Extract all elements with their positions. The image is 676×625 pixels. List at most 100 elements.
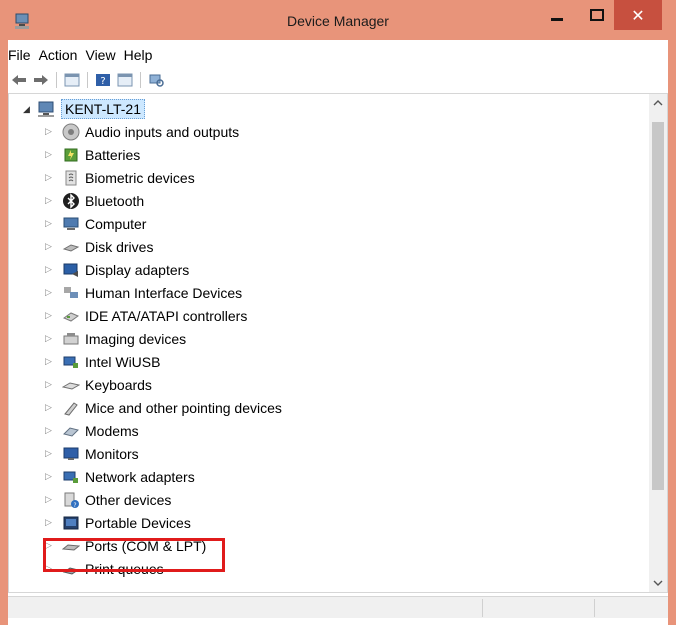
tree-item-ide[interactable]: ▷ IDE ATA/ATAPI controllers [45, 304, 247, 327]
scroll-up-button[interactable] [649, 94, 667, 112]
back-arrow-icon [12, 75, 26, 85]
battery-icon [61, 146, 81, 164]
vertical-scrollbar[interactable] [649, 94, 667, 592]
toolbar-separator [140, 72, 141, 88]
tree-item-modems[interactable]: ▷ Modems [45, 419, 139, 442]
expand-icon[interactable]: ▷ [45, 471, 55, 482]
tree-item-label: Portable Devices [85, 514, 191, 531]
tree-item-label: Modems [85, 422, 139, 439]
expand-icon[interactable]: ▷ [45, 149, 55, 160]
expand-icon[interactable]: ▷ [45, 448, 55, 459]
expand-icon[interactable]: ▷ [45, 310, 55, 321]
tree-item-imaging[interactable]: ▷ Imaging devices [45, 327, 186, 350]
back-button[interactable] [10, 72, 28, 88]
expand-icon[interactable]: ▷ [45, 241, 55, 252]
menu-action[interactable]: Action [39, 44, 86, 66]
scan-hardware-icon [149, 74, 164, 87]
device-manager-window: Device Manager ✕ File Action View Help ? [0, 0, 676, 625]
help-icon: ? [96, 74, 110, 87]
scan-hardware-button[interactable] [147, 72, 165, 88]
tree-item-label: Computer [85, 215, 147, 232]
expand-icon[interactable]: ▷ [45, 172, 55, 183]
tree-item-label: Intel WiUSB [85, 353, 161, 370]
help-button[interactable]: ? [94, 72, 112, 88]
expand-icon[interactable]: ▷ [45, 494, 55, 505]
expand-icon[interactable]: ▷ [45, 218, 55, 229]
expand-icon[interactable]: ▷ [45, 264, 55, 275]
expand-icon[interactable]: ▷ [45, 356, 55, 367]
camera-icon [61, 330, 81, 348]
forward-arrow-icon [34, 75, 48, 85]
expand-icon[interactable]: ▷ [45, 517, 55, 528]
scroll-thumb[interactable] [652, 122, 664, 490]
menu-view[interactable]: View [85, 44, 123, 66]
tree-item-keyboards[interactable]: ▷ Keyboards [45, 373, 152, 396]
tree-item-label: Monitors [85, 445, 139, 462]
maximize-button[interactable] [580, 0, 614, 30]
tree-item-bluetooth[interactable]: ▷ Bluetooth [45, 189, 144, 212]
device-tree[interactable]: ◢ KENT-LT-21 ▷ Audio inputs and outputs … [8, 93, 668, 593]
chevron-down-icon [653, 580, 663, 586]
maximize-icon [590, 9, 604, 21]
tree-item-hid[interactable]: ▷ Human Interface Devices [45, 281, 242, 304]
speaker-icon [61, 123, 81, 141]
svg-text:?: ? [100, 76, 105, 87]
status-bar [8, 596, 668, 618]
toolbar: ? [10, 70, 165, 90]
tree-item-portable-devices[interactable]: ▷ Portable Devices [45, 511, 191, 534]
expand-icon[interactable]: ▷ [45, 379, 55, 390]
properties-icon [117, 73, 133, 87]
ports-highlight-box [43, 538, 225, 572]
keyboard-icon [61, 376, 81, 394]
bluetooth-icon [61, 192, 81, 210]
scroll-down-button[interactable] [649, 574, 667, 592]
status-pane [482, 599, 483, 617]
close-button[interactable]: ✕ [614, 0, 662, 30]
computer-icon [61, 215, 81, 233]
tree-item-label: Keyboards [85, 376, 152, 393]
tree-item-disk-drives[interactable]: ▷ Disk drives [45, 235, 153, 258]
tree-root-label[interactable]: KENT-LT-21 [61, 99, 145, 119]
chevron-up-icon [653, 100, 663, 106]
tree-item-monitors[interactable]: ▷ Monitors [45, 442, 139, 465]
expand-icon[interactable]: ▷ [45, 425, 55, 436]
fingerprint-icon [61, 169, 81, 187]
portable-device-icon [61, 514, 81, 532]
modem-icon [61, 422, 81, 440]
toolbar-separator [56, 72, 57, 88]
tree-item-other-devices[interactable]: ▷ ? Other devices [45, 488, 171, 511]
tree-item-label: Human Interface Devices [85, 284, 243, 301]
tree-item-intel-wiusb[interactable]: ▷ Intel WiUSB [45, 350, 160, 373]
tree-item-label: Batteries [85, 146, 141, 163]
tree-item-network-adapters[interactable]: ▷ Network adapters [45, 465, 195, 488]
unknown-device-icon: ? [61, 491, 81, 509]
tree-item-computer[interactable]: ▷ Computer [45, 212, 146, 235]
tree-root[interactable]: ◢ KENT-LT-21 [23, 98, 145, 120]
hid-icon [61, 284, 81, 302]
tree-item-mice[interactable]: ▷ Mice and other pointing devices [45, 396, 282, 419]
computer-icon [38, 101, 54, 117]
network-icon [61, 468, 81, 486]
tree-item-label: Other devices [85, 491, 172, 508]
client-area: File Action View Help ? ◢ KENT-LT-21 ▷ A… [8, 40, 668, 625]
expand-icon[interactable]: ▷ [45, 287, 55, 298]
properties-button[interactable] [116, 72, 134, 88]
minimize-button[interactable] [540, 0, 574, 30]
show-hide-console-button[interactable] [63, 72, 81, 88]
tree-item-display-adapters[interactable]: ▷ Display adapters [45, 258, 189, 281]
expand-icon[interactable]: ▷ [45, 195, 55, 206]
tree-item-audio[interactable]: ▷ Audio inputs and outputs [45, 120, 239, 143]
expand-icon[interactable]: ▷ [45, 402, 55, 413]
title-bar[interactable]: Device Manager ✕ [0, 0, 676, 40]
menu-file[interactable]: File [8, 44, 39, 66]
tree-item-biometric[interactable]: ▷ Biometric devices [45, 166, 195, 189]
menu-help[interactable]: Help [124, 44, 161, 66]
expand-icon[interactable]: ▷ [45, 126, 55, 137]
tree-item-label: Display adapters [85, 261, 190, 278]
collapse-icon[interactable]: ◢ [23, 104, 33, 115]
console-tree-icon [64, 73, 80, 87]
expand-icon[interactable]: ▷ [45, 333, 55, 344]
forward-button[interactable] [32, 72, 50, 88]
tree-item-batteries[interactable]: ▷ Batteries [45, 143, 140, 166]
network-icon [61, 353, 81, 371]
